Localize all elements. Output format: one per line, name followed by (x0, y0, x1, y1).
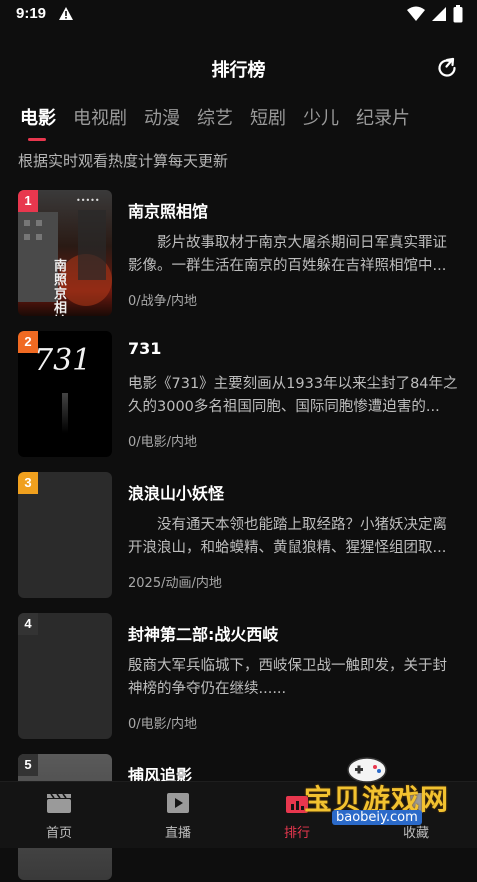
watermark-url: baobeiy.com (332, 810, 422, 825)
poster-figure (62, 393, 68, 433)
tab-short-drama[interactable]: 短剧 (250, 104, 286, 144)
tab-documentary[interactable]: 纪录片 (356, 104, 410, 144)
poster-image[interactable]: 731 2 (18, 331, 112, 457)
refresh-icon (438, 57, 456, 77)
item-meta: 2025/动画/内地 (128, 576, 222, 591)
rank-badge: 3 (18, 472, 38, 494)
poster-image[interactable]: ••••• 南照京相馆 1 (18, 190, 112, 316)
poster-title-text: 南照京相馆 (54, 259, 68, 317)
item-title[interactable]: 浪浪山小妖怪 (128, 480, 224, 504)
ranking-subtitle: 根据实时观看热度计算每天更新 (18, 152, 229, 170)
item-description: 电影《731》主要刻画从1933年以来尘封了84年之久的3000多名祖国同胞、国… (128, 376, 458, 415)
battery-icon (453, 5, 463, 27)
poster-image[interactable]: 3 (18, 472, 112, 598)
refresh-button[interactable] (435, 56, 461, 82)
list-item[interactable]: ••••• 南照京相馆 1 南京照相馆 影片故事取材于南京大屠杀期间日军真实罪证… (0, 188, 477, 318)
item-title[interactable]: 封神第二部:战火西岐 (128, 621, 278, 645)
nav-label: 直播 (164, 826, 191, 841)
nav-home[interactable]: 首页 (19, 792, 99, 841)
poster-title-text: 731 (34, 343, 92, 378)
list-item[interactable]: 731 2 731 电影《731》主要刻画从1933年以来尘封了84年之久的30… (0, 329, 477, 459)
rank-badge: 1 (18, 190, 38, 212)
tab-movie[interactable]: 电影 (20, 104, 56, 144)
clapperboard-icon (47, 793, 71, 813)
warning-icon (58, 6, 74, 26)
rank-badge: 4 (18, 613, 38, 635)
wifi-icon (407, 6, 425, 26)
tab-variety[interactable]: 综艺 (197, 104, 233, 144)
rank-badge: 2 (18, 331, 38, 353)
tab-tv-series[interactable]: 电视剧 (73, 104, 127, 144)
item-meta: 0/电影/内地 (128, 435, 198, 450)
poster-image[interactable]: 4 (18, 613, 112, 739)
item-description: 影片故事取材于南京大屠杀期间日军真实罪证影像。一群生活在南京的百姓躲在吉祥照相馆… (128, 235, 447, 274)
item-meta: 0/电影/内地 (128, 717, 198, 732)
list-item[interactable]: 4 封神第二部:战火西岐 殷商大军兵临城下，西岐保卫战一触即发，关于封神榜的争夺… (0, 611, 477, 741)
tab-kids[interactable]: 少儿 (303, 104, 339, 144)
status-time: 9:19 (16, 5, 47, 22)
header: 排行榜 (0, 48, 477, 88)
item-meta: 0/战争/内地 (128, 294, 198, 309)
poster-caption: ••••• (76, 196, 100, 205)
item-title[interactable]: 731 (128, 339, 161, 358)
play-icon (167, 793, 189, 813)
item-description: 没有通天本领也能踏上取经路？小猪妖决定离开浪浪山，和蛤蟆精、黄鼠狼精、猩猩怪组团… (128, 517, 447, 556)
tab-anime[interactable]: 动漫 (144, 104, 180, 144)
item-description: 殷商大军兵临城下，西岐保卫战一触即发，关于封神榜的争夺仍在继续...... (128, 658, 447, 697)
item-title[interactable]: 南京照相馆 (128, 198, 208, 222)
category-tabs: 电影 电视剧 动漫 综艺 短剧 少儿 纪录片 (20, 104, 427, 144)
list-item[interactable]: 3 浪浪山小妖怪 没有通天本领也能踏上取经路？小猪妖决定离开浪浪山，和蛤蟆精、黄… (0, 470, 477, 600)
page-title: 排行榜 (211, 60, 266, 81)
status-bar: 9:19 (0, 0, 477, 30)
nav-label: 首页 (45, 826, 72, 841)
rank-badge: 5 (18, 754, 38, 776)
signal-icon (431, 6, 447, 26)
watermark: 宝贝游戏网 baobeiy.com (300, 752, 450, 832)
nav-live[interactable]: 直播 (138, 792, 218, 841)
